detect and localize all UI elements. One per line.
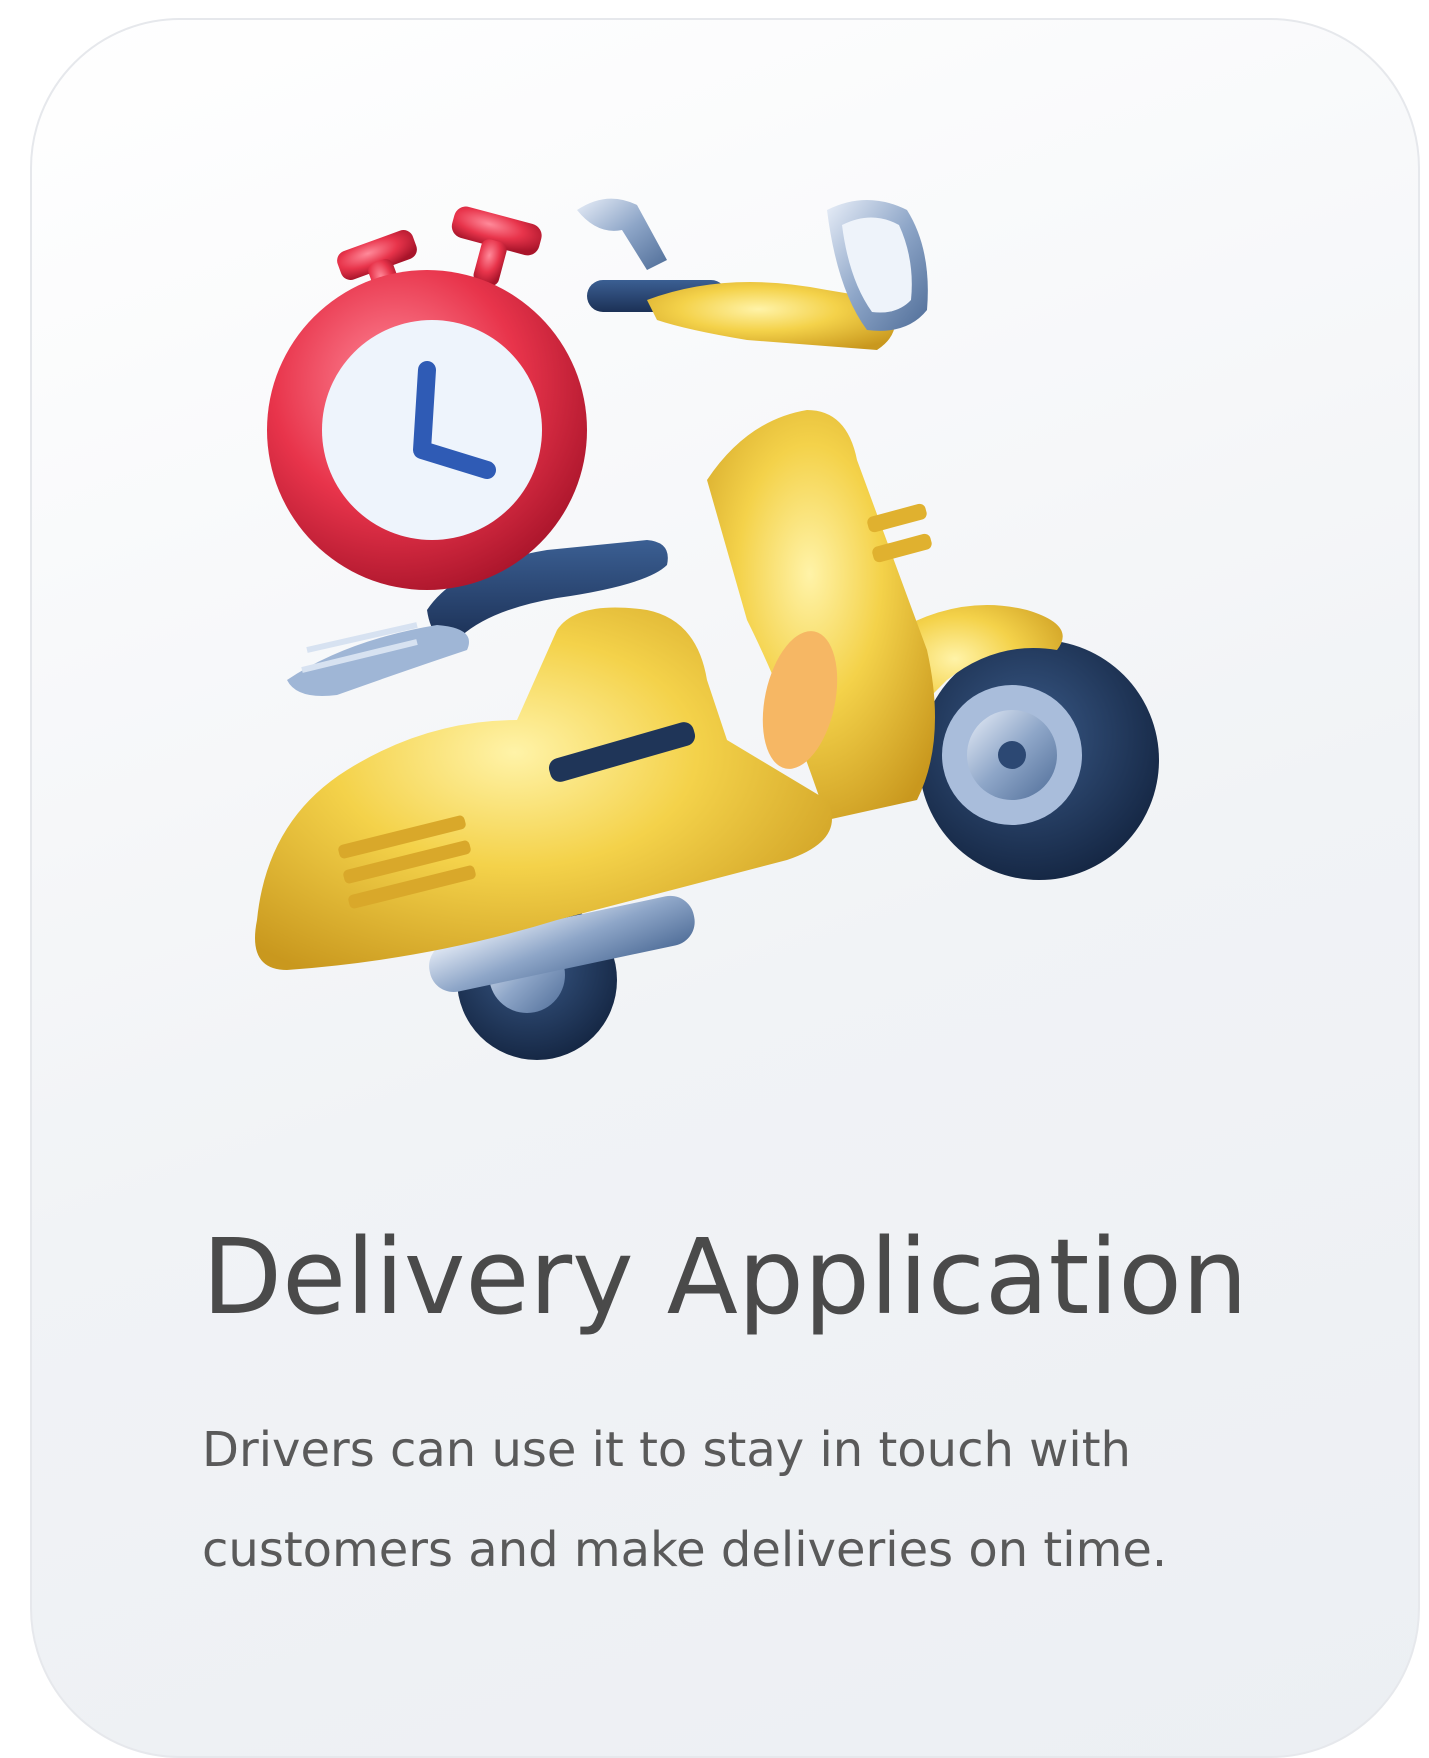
stopwatch-icon [267, 206, 587, 590]
delivery-app-card[interactable]: Delivery Application Drivers can use it … [30, 18, 1420, 1758]
card-description: Drivers can use it to stay in touch with… [202, 1422, 1168, 1578]
card-title: Delivery Application [202, 1216, 1248, 1338]
scooter-with-stopwatch-icon [227, 180, 1277, 1140]
